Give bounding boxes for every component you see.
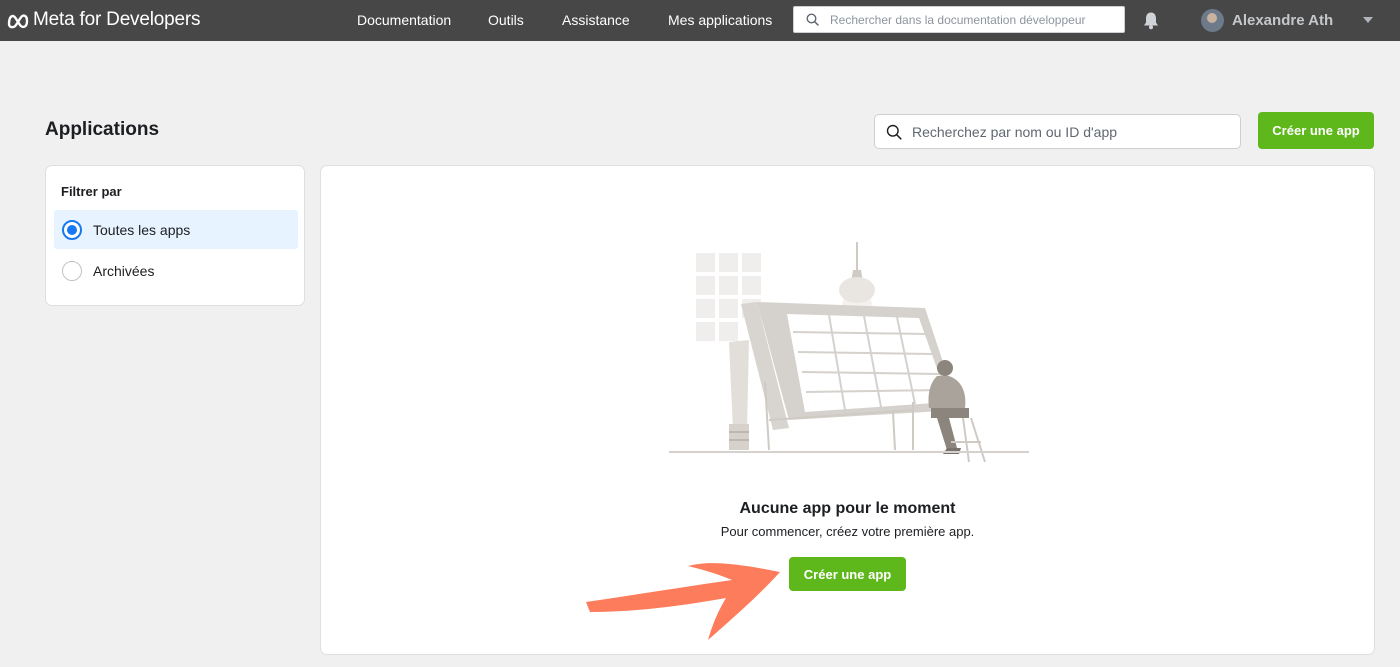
empty-state-illustration <box>669 242 1029 463</box>
nav-mes-applications[interactable]: Mes applications <box>668 12 772 28</box>
empty-state-title: Aucune app pour le moment <box>739 500 956 517</box>
filter-option-label: Toutes les apps <box>93 221 191 238</box>
doc-search-box <box>793 6 1125 33</box>
nav-outils[interactable]: Outils <box>488 12 524 28</box>
radio-unselected[interactable] <box>62 260 82 281</box>
brand-logo-link[interactable]: Meta for Developers <box>6 9 200 31</box>
page-title: Applications <box>45 119 160 140</box>
filter-panel: Filtrer par Toutes les apps Archivées <box>45 165 305 306</box>
search-icon <box>806 13 819 26</box>
filter-option-archived[interactable]: Archivées <box>54 251 298 290</box>
filter-title: Filtrer par <box>61 184 122 199</box>
create-first-app-button[interactable]: Créer une app <box>789 557 906 591</box>
avatar <box>1201 9 1224 32</box>
app-search-box <box>874 114 1241 149</box>
nav-assistance[interactable]: Assistance <box>562 12 630 28</box>
radio-selected[interactable] <box>62 219 82 240</box>
app-search-input[interactable] <box>910 122 1234 141</box>
chevron-down-icon[interactable] <box>1362 16 1374 24</box>
doc-search-input[interactable] <box>828 11 1112 28</box>
user-menu[interactable]: Alexandre Ath <box>1201 9 1333 32</box>
nav-documentation[interactable]: Documentation <box>357 12 451 28</box>
apps-list-panel: Aucune app pour le moment Pour commencer… <box>320 165 1375 655</box>
filter-option-label: Archivées <box>93 262 155 279</box>
annotation-arrow-icon <box>586 563 780 640</box>
meta-logo-icon <box>7 14 29 29</box>
empty-state-subtitle: Pour commencer, créez votre première app… <box>720 524 975 539</box>
user-name: Alexandre Ath <box>1232 12 1334 29</box>
filter-option-all-apps[interactable]: Toutes les apps <box>54 210 298 249</box>
create-app-button[interactable]: Créer une app <box>1258 112 1374 149</box>
brand-name: Meta for Developers <box>33 9 201 30</box>
notifications-bell-icon[interactable] <box>1142 11 1160 30</box>
search-icon <box>886 124 902 140</box>
top-nav-bar: Meta for Developers Documentation Outils… <box>0 0 1400 41</box>
